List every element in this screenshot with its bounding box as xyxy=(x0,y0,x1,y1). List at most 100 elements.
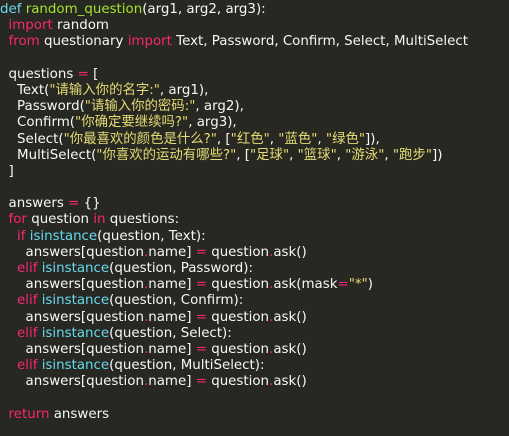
code-token-string: "你确定要继续吗?" xyxy=(75,115,189,131)
code-token-default xyxy=(0,212,9,227)
code-token-default: (question, Text): xyxy=(97,228,206,244)
code-line: Select("你最喜欢的颜色是什么?", ["红色", "蓝色", "绿色"]… xyxy=(0,132,509,148)
code-editor[interactable]: def random_question(arg1, arg2, arg3): i… xyxy=(0,0,509,436)
code-token-default xyxy=(0,407,9,422)
code-token-storage: isinstance xyxy=(41,293,110,309)
code-token-keyword: = xyxy=(195,374,207,390)
code-token-default: ask(mask xyxy=(273,277,338,293)
code-line: Password("请输入你的密码:", arg2), xyxy=(0,99,509,115)
code-token-default: , [ xyxy=(236,147,250,163)
code-token-default: Select( xyxy=(0,131,64,147)
code-token-default: , arg2), xyxy=(195,99,244,115)
code-token-default: name] xyxy=(148,277,196,293)
code-token-default: (arg1, arg2, arg3): xyxy=(142,2,266,17)
code-token-default: ) xyxy=(367,277,373,293)
code-line: from questionary import Text, Password, … xyxy=(0,34,509,50)
code-line: if isinstance(question, Text): xyxy=(0,229,509,245)
code-token-keyword: import xyxy=(127,34,172,50)
code-token-keyword: in xyxy=(93,212,106,228)
code-token-default: ]), xyxy=(365,131,380,147)
code-token-string: "红色" xyxy=(230,131,270,147)
code-token-keyword: import xyxy=(8,18,53,34)
code-token-string: "足球" xyxy=(250,147,290,163)
code-line: elif isinstance(question, Password): xyxy=(0,261,509,277)
code-token-keyword: return xyxy=(8,406,50,422)
code-line: Confirm("你确定要继续吗?", arg3), xyxy=(0,115,509,131)
code-token-keyword: for xyxy=(8,212,27,228)
code-token-keyword: = xyxy=(195,277,207,293)
code-token-string: "请输入你的密码:" xyxy=(84,99,196,115)
code-token-default: Text( xyxy=(0,82,50,98)
code-token-default: question xyxy=(206,374,270,390)
code-token-default xyxy=(0,358,17,373)
code-token-default: questions: xyxy=(105,212,180,228)
code-token-default: [ xyxy=(88,66,99,82)
code-line: return answers xyxy=(0,407,509,423)
code-token-default: answers xyxy=(0,196,69,212)
code-token-default: (question, Confirm): xyxy=(109,293,244,309)
code-token-keyword: from xyxy=(8,34,40,50)
code-token-default: name] xyxy=(148,309,196,325)
code-token-default: answers[question xyxy=(0,341,144,357)
code-line: answers[question.name] = question.ask(ma… xyxy=(0,277,509,293)
code-token-default: Password( xyxy=(0,99,85,115)
code-token-storage: def xyxy=(0,2,22,17)
code-token-keyword: elif xyxy=(17,261,38,276)
code-token-keyword: = xyxy=(337,277,349,293)
code-token-default: , xyxy=(269,131,279,147)
code-token-default: name] xyxy=(148,244,196,260)
code-token-default: , xyxy=(336,147,346,163)
code-line: answers[question.name] = question.ask() xyxy=(0,342,509,358)
code-token-keyword: = xyxy=(195,244,207,260)
code-line: answers = {} xyxy=(0,196,509,212)
code-token-default xyxy=(0,34,9,49)
code-token-keyword: = xyxy=(195,341,207,357)
code-token-default: , xyxy=(289,147,298,163)
code-token-keyword: = xyxy=(195,309,207,325)
code-token-default: question xyxy=(206,309,270,325)
code-line: answers[question.name] = question.ask() xyxy=(0,310,509,326)
code-token-default: , [ xyxy=(216,131,231,147)
code-token-default: {} xyxy=(79,196,101,212)
code-token-default: question xyxy=(206,244,270,260)
code-line: Text("请输入你的名字:", arg1), xyxy=(0,83,509,99)
code-line: answers[question.name] = question.ask() xyxy=(0,374,509,390)
code-token-default: (question, Select): xyxy=(109,325,232,341)
code-token-string: "绿色" xyxy=(325,131,366,147)
code-token-default: questions xyxy=(0,66,78,82)
code-token-keyword: elif xyxy=(17,358,38,374)
code-token-default xyxy=(0,18,9,33)
code-line: elif isinstance(question, Confirm): xyxy=(0,293,509,309)
code-token-string: "跑步" xyxy=(392,147,432,163)
code-line: def random_question(arg1, arg2, arg3): xyxy=(0,2,509,18)
code-token-default: ask() xyxy=(273,309,307,325)
code-token-default: answers[question xyxy=(0,374,144,390)
code-token-default: (question, MultiSelect): xyxy=(109,358,265,374)
code-token-default: random xyxy=(52,18,109,34)
code-token-string: "请输入你的名字:" xyxy=(49,82,160,98)
code-token-default xyxy=(0,229,17,244)
code-line: answers[question.name] = question.ask() xyxy=(0,245,509,261)
code-token-default: answers[question xyxy=(0,244,144,260)
code-token-default: ask() xyxy=(273,374,307,390)
code-token-default: name] xyxy=(148,341,196,357)
code-line: import random xyxy=(0,18,509,34)
code-token-string: "*" xyxy=(348,277,368,293)
code-line: ] xyxy=(0,164,509,180)
code-token-default: answers xyxy=(49,406,110,422)
code-token-default: , arg1), xyxy=(159,82,209,98)
code-token-default: , arg3), xyxy=(188,115,237,131)
code-token-default: ] xyxy=(0,163,14,179)
code-token-default xyxy=(0,261,17,276)
code-token-default xyxy=(0,293,17,308)
code-token-keyword: = xyxy=(77,66,89,82)
code-line: questions = [ xyxy=(0,67,509,83)
code-line: elif isinstance(question, MultiSelect): xyxy=(0,358,509,374)
code-token-keyword: elif xyxy=(17,293,38,309)
code-token-default: questionary xyxy=(39,34,128,50)
code-token-keyword: = xyxy=(68,196,80,212)
code-token-string: "篮球" xyxy=(297,147,337,163)
